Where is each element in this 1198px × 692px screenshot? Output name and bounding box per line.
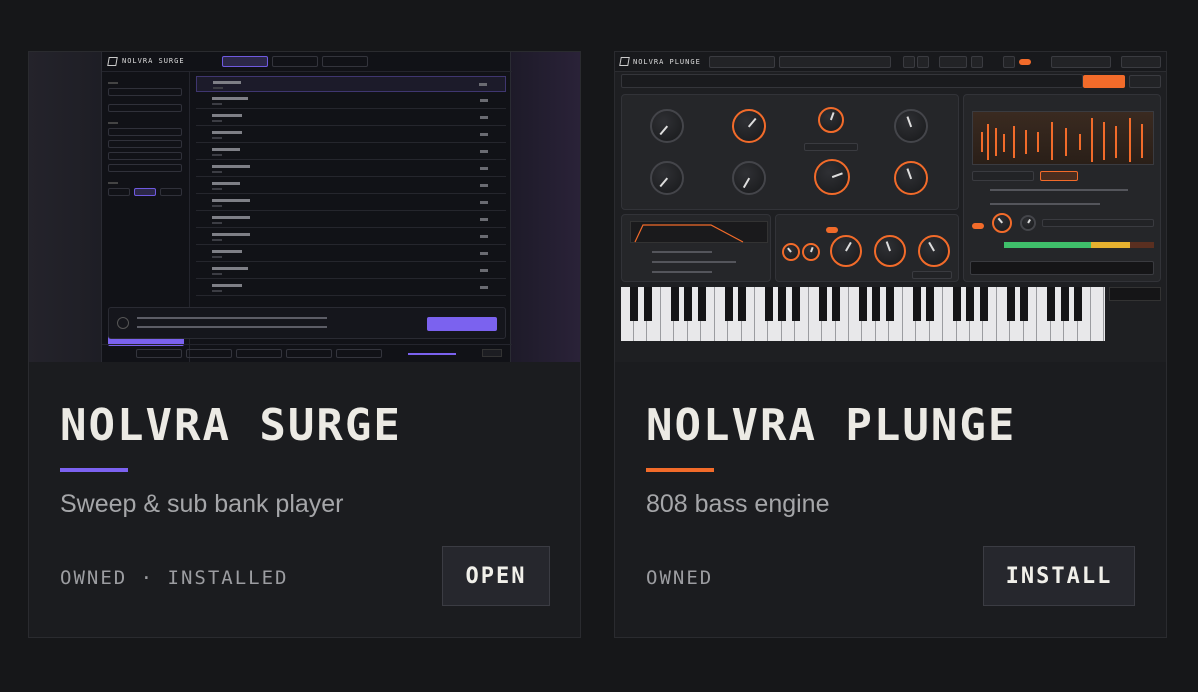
play-icon [117,317,129,329]
piano-black-key [858,287,867,321]
product-subtitle: 808 bass engine [646,490,830,518]
surge-app-window: NOLVRA SURGE [101,52,512,362]
waveform-display [972,111,1154,165]
accent-bar [60,468,128,472]
piano-black-key [630,287,639,321]
product-status: OWNED [646,567,714,589]
piano-black-key [966,287,975,321]
piano-black-key [737,287,746,321]
piano-black-key [670,287,679,321]
install-button[interactable]: INSTALL [983,546,1135,606]
piano-black-key [953,287,961,321]
piano-black-key [1060,287,1069,321]
piano-black-key [832,287,841,321]
product-title: NOLVRA PLUNGE [646,400,1017,451]
surge-screenshot-thumbnail: NOLVRA SURGE [29,52,580,362]
accent-bar [646,468,714,472]
piano-keyboard [621,287,1105,341]
plunge-thumb-brand: NOLVRA PLUNGE [633,58,701,66]
product-card-plunge: NOLVRA PLUNGE NOLVRA PLUNGE 808 bass eng… [614,51,1167,638]
piano-black-key [1020,287,1029,321]
piano-black-key [1073,287,1082,321]
surge-thumb-brand: NOLVRA SURGE [122,57,185,65]
plunge-screenshot-thumbnail: NOLVRA PLUNGE [615,52,1166,362]
level-meter [1004,242,1154,248]
piano-black-key [684,287,693,321]
product-title: NOLVRA SURGE [60,400,402,451]
piano-black-key [872,287,881,321]
piano-black-key [1047,287,1056,321]
piano-black-key [912,287,921,321]
product-card-surge: NOLVRA SURGE NOLVRA SURGE Sweep & sub ba… [28,51,581,638]
piano-black-key [791,287,800,321]
piano-black-key [818,287,827,321]
envelope-curve [634,224,744,243]
product-subtitle: Sweep & sub bank player [60,490,344,518]
piano-black-key [926,287,935,321]
piano-black-key [697,287,706,321]
piano-black-key [1006,287,1015,321]
nolvra-logo-icon [107,57,118,66]
open-button[interactable]: OPEN [442,546,550,606]
piano-black-key [778,287,787,321]
piano-black-key [979,287,988,321]
piano-black-key [643,287,652,321]
product-status: OWNED · INSTALLED [60,567,289,589]
piano-black-key [724,287,733,321]
nolvra-logo-icon [619,57,630,66]
piano-black-key [885,287,894,321]
piano-white-key [1091,287,1105,341]
piano-black-key [764,287,773,321]
